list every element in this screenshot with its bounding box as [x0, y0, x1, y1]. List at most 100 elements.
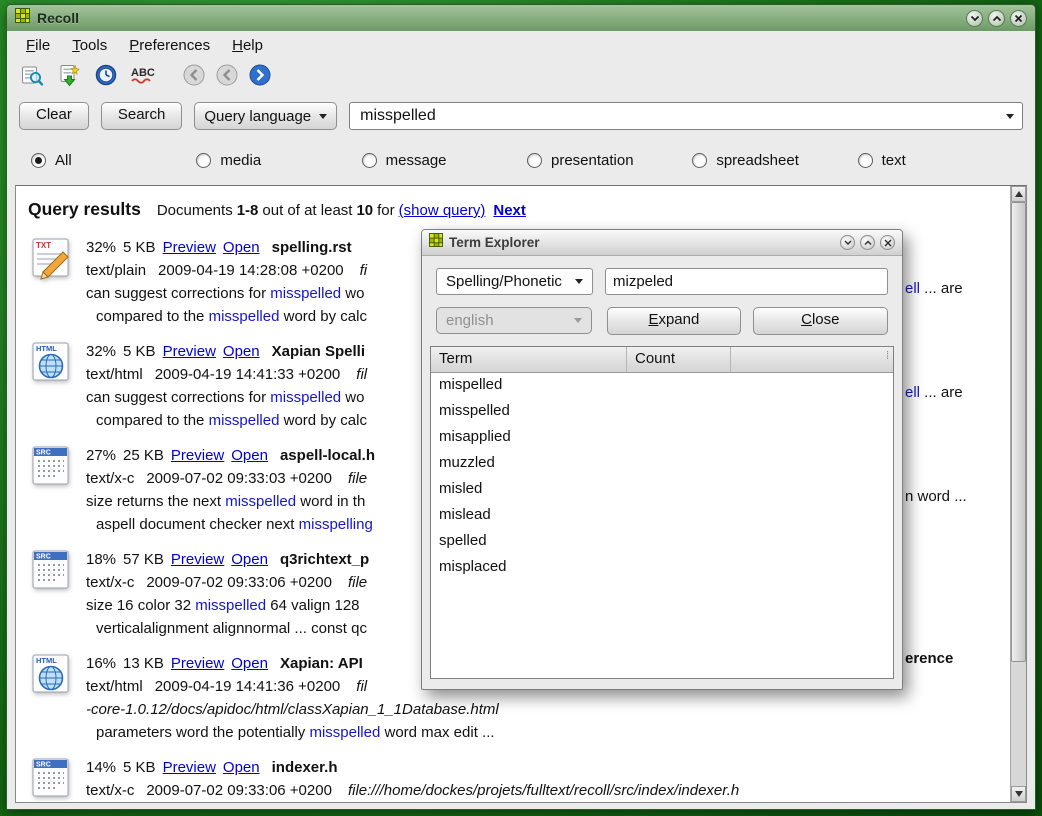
- snippet-segment: compared to the: [96, 412, 209, 429]
- preview-link[interactable]: Preview: [163, 239, 216, 256]
- count-column-header[interactable]: Count: [627, 347, 731, 372]
- show-query-link[interactable]: (show query): [399, 202, 486, 219]
- window-close-button[interactable]: [1010, 10, 1027, 27]
- file-url: fil: [356, 366, 367, 383]
- query-input[interactable]: [358, 106, 1006, 126]
- term-row[interactable]: muzzled: [431, 451, 893, 477]
- file-size: 5 KB: [123, 239, 156, 256]
- start-query-button[interactable]: [54, 63, 84, 91]
- clear-button[interactable]: Clear: [19, 102, 89, 130]
- language-value: english: [446, 312, 494, 329]
- radio-icon: [196, 153, 211, 168]
- file-url: file:///home/dockes/projets/fulltext/rec…: [348, 782, 739, 799]
- preview-link[interactable]: Preview: [171, 655, 224, 672]
- term-explorer-titlebar[interactable]: Term Explorer: [422, 230, 902, 256]
- search-button[interactable]: Search: [101, 102, 183, 130]
- filter-label: media: [220, 152, 261, 169]
- preview-link[interactable]: Preview: [163, 759, 216, 776]
- radio-icon: [527, 153, 542, 168]
- window-shade-button[interactable]: [966, 10, 983, 27]
- src-file-icon: SRC: [28, 548, 86, 640]
- svg-text:HTML: HTML: [36, 656, 57, 665]
- term-explorer-button[interactable]: ABC: [128, 63, 158, 91]
- close-button[interactable]: Close: [753, 307, 888, 335]
- svg-text:TXT: TXT: [36, 241, 51, 250]
- query-history-dropdown-icon[interactable]: [1006, 114, 1014, 119]
- result-text: 18%57 KBPreviewOpenq3richtext_ptext/x-c2…: [86, 548, 376, 640]
- column-adjust-icon[interactable]: ⁞: [882, 347, 893, 372]
- snippet-segment: misspelled: [209, 412, 280, 429]
- term-row[interactable]: misled: [431, 477, 893, 503]
- mime-type: text/x-c: [86, 470, 134, 487]
- relevance-percent: 14%: [86, 759, 116, 776]
- next-page-button[interactable]: [247, 64, 273, 90]
- first-page-button[interactable]: [181, 64, 207, 90]
- filter-text[interactable]: text: [858, 152, 1023, 169]
- next-page-link[interactable]: Next: [493, 202, 526, 219]
- menu-help[interactable]: Help: [221, 33, 274, 58]
- snippet-segment: misspelled: [195, 597, 266, 614]
- clear-search-button[interactable]: [17, 63, 47, 91]
- preview-link[interactable]: Preview: [171, 447, 224, 464]
- file-size: 13 KB: [123, 655, 164, 672]
- snippet-segment: erence: [905, 650, 953, 667]
- open-link[interactable]: Open: [223, 343, 260, 360]
- dialog-shade-button[interactable]: [840, 235, 855, 250]
- menu-preferences[interactable]: Preferences: [118, 33, 221, 58]
- scroll-down-button[interactable]: [1011, 786, 1026, 802]
- scroll-down-icon: [1015, 791, 1023, 797]
- expand-button[interactable]: Expand: [607, 307, 740, 335]
- term-row[interactable]: misapplied: [431, 425, 893, 451]
- relevance-percent: 32%: [86, 343, 116, 360]
- filter-presentation[interactable]: presentation: [527, 152, 692, 169]
- language-select[interactable]: english: [436, 307, 592, 334]
- filter-message[interactable]: message: [362, 152, 527, 169]
- snippet-segment: word by calc: [279, 412, 367, 429]
- term-row[interactable]: misplaced: [431, 555, 893, 581]
- term-row[interactable]: spelled: [431, 529, 893, 555]
- title-bar[interactable]: Recoll: [7, 5, 1035, 31]
- file-size: 5 KB: [123, 343, 156, 360]
- term-match-type-select[interactable]: Spelling/Phonetic: [436, 268, 593, 295]
- results-scrollbar[interactable]: [1010, 186, 1026, 802]
- previous-page-button[interactable]: [214, 64, 240, 90]
- result-snippet: can suggest corrections for misspelled w…: [86, 386, 372, 409]
- menu-file[interactable]: File: [15, 33, 61, 58]
- term-column-header[interactable]: Term: [431, 347, 627, 372]
- window-maximize-button[interactable]: [988, 10, 1005, 27]
- page-navigation: [181, 64, 273, 90]
- scrollbar-thumb[interactable]: [1011, 202, 1026, 662]
- filter-all[interactable]: All: [31, 152, 196, 169]
- scroll-up-button[interactable]: [1011, 186, 1026, 202]
- snippet-segment: compared to the: [96, 308, 209, 325]
- covered-text-fragment-3: n word ...: [905, 488, 967, 505]
- query-input-combo[interactable]: [349, 102, 1023, 130]
- open-link[interactable]: Open: [223, 239, 260, 256]
- history-button[interactable]: [91, 63, 121, 91]
- preview-link[interactable]: Preview: [171, 551, 224, 568]
- open-link[interactable]: Open: [231, 655, 268, 672]
- menu-tools[interactable]: Tools: [61, 33, 118, 58]
- preview-link[interactable]: Preview: [163, 343, 216, 360]
- dialog-close-button[interactable]: [880, 235, 895, 250]
- query-results-title: Query results: [28, 199, 141, 219]
- query-language-select[interactable]: Query language: [194, 102, 337, 130]
- result-snippet: can suggest corrections for misspelled w…: [86, 282, 367, 305]
- snippet-segment: misspelled: [309, 724, 380, 741]
- term-row[interactable]: mispelled: [431, 373, 893, 399]
- snippet-segment: can suggest corrections for: [86, 389, 270, 406]
- term-explorer-app-icon: [429, 233, 443, 252]
- radio-icon: [858, 153, 873, 168]
- open-link[interactable]: Open: [223, 759, 260, 776]
- chevron-down-icon: [319, 114, 327, 119]
- filter-spreadsheet[interactable]: spreadsheet: [692, 152, 857, 169]
- open-link[interactable]: Open: [231, 551, 268, 568]
- term-row[interactable]: misspelled: [431, 399, 893, 425]
- toolbar: ABC: [7, 59, 1035, 95]
- term-input[interactable]: [605, 268, 888, 295]
- filter-media[interactable]: media: [196, 152, 361, 169]
- term-row[interactable]: mislead: [431, 503, 893, 529]
- dialog-maximize-button[interactable]: [860, 235, 875, 250]
- open-link[interactable]: Open: [231, 447, 268, 464]
- relevance-percent: 18%: [86, 551, 116, 568]
